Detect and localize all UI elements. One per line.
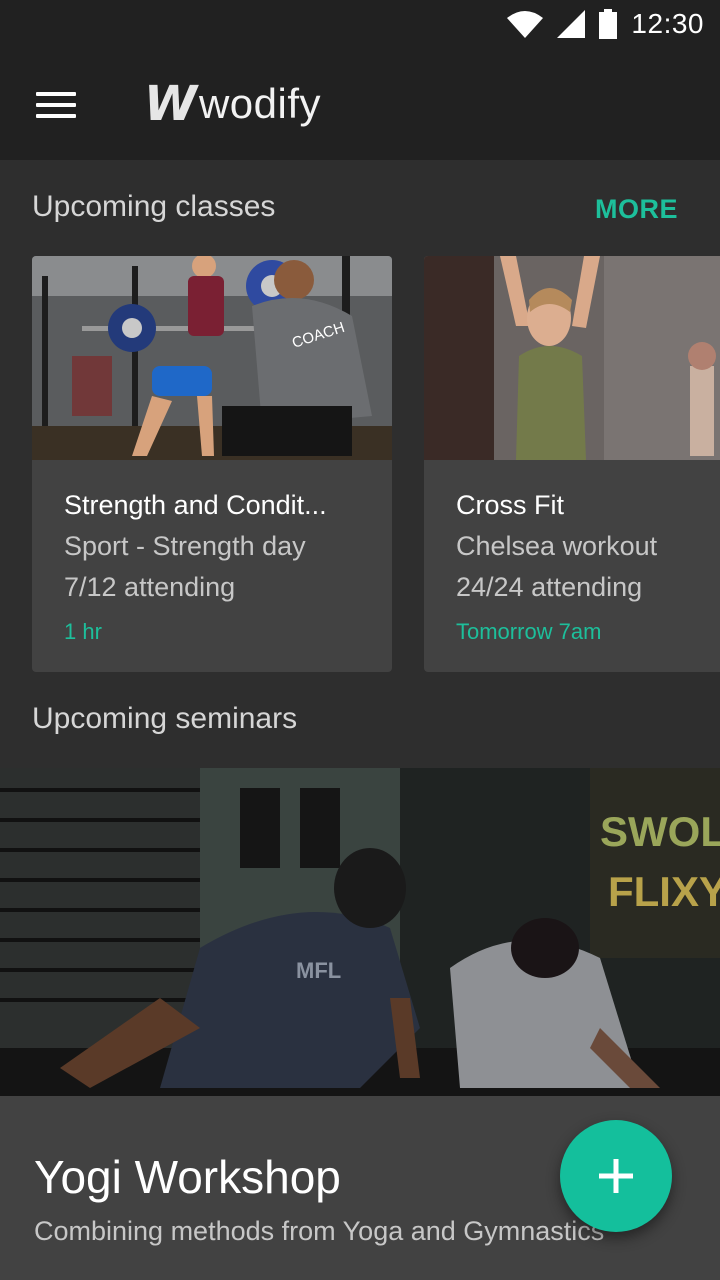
- class-time: Tomorrow 7am: [456, 619, 602, 644]
- class-time: 1 hr: [64, 619, 102, 644]
- seminar-subtitle: Combining methods from Yoga and Gymnasti…: [34, 1216, 605, 1246]
- wodify-logo: W wodify: [144, 76, 321, 132]
- upcoming-classes-title: Upcoming classes: [32, 190, 276, 223]
- hamburger-menu-icon[interactable]: [36, 92, 76, 120]
- seminar-photo[interactable]: SWOLE FLIXY MFL: [0, 768, 720, 1096]
- status-time: 12:30: [631, 8, 704, 39]
- add-button[interactable]: [560, 1120, 672, 1232]
- seminar-title: Yogi Workshop: [34, 1151, 341, 1203]
- class-name: Cross Fit: [456, 490, 564, 520]
- status-bar: 12:30: [0, 0, 720, 48]
- class-attending: 7/12 attending: [64, 572, 236, 602]
- more-button[interactable]: MORE: [595, 194, 678, 225]
- class-attending: 24/24 attending: [456, 572, 643, 602]
- seminar-shirt-text: MFL: [296, 958, 341, 983]
- seminar-sign-line-2: FLIXY: [608, 868, 720, 915]
- seminar-sign-line-1: SWOLE: [600, 808, 720, 855]
- wifi-icon: [507, 11, 544, 38]
- class-subtitle: Sport - Strength day: [64, 531, 306, 561]
- app-bar: W wodify: [0, 48, 720, 160]
- signal-icon: [557, 10, 586, 38]
- class-photo-strength: COACH: [32, 256, 392, 460]
- logo-text: wodify: [198, 80, 322, 127]
- upcoming-seminars-title: Upcoming seminars: [32, 702, 298, 735]
- plus-icon: [599, 1159, 633, 1193]
- class-card-strength[interactable]: COACH Strength and Condit... Sport - Str…: [32, 256, 392, 672]
- logo-mark: W: [144, 76, 197, 132]
- class-card-crossfit[interactable]: Cross Fit Chelsea workout 24/24 attendin…: [424, 256, 720, 672]
- class-name: Strength and Condit...: [64, 490, 327, 520]
- class-photo-crossfit: [424, 256, 720, 460]
- battery-icon: [599, 9, 618, 39]
- class-subtitle: Chelsea workout: [456, 531, 658, 561]
